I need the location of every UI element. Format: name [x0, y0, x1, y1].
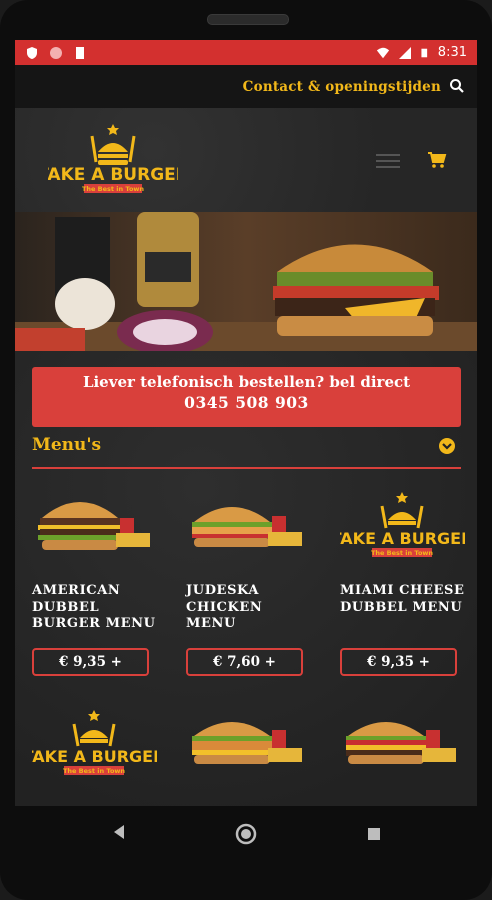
menu-card[interactable] — [340, 706, 465, 792]
burger-hero-photo — [15, 212, 477, 351]
menu-card[interactable] — [186, 706, 311, 792]
top-link-bar: Contact & openingstijden — [15, 65, 477, 108]
main-content: Liever telefonisch bestellen? bel direct… — [15, 351, 477, 806]
recent-apps-icon[interactable] — [366, 826, 382, 842]
chicken-burger-photo — [192, 507, 302, 547]
battery-icon — [421, 48, 427, 57]
svg-text:The Best in Town: The Best in Town — [63, 767, 125, 775]
svg-text:The Best in Town: The Best in Town — [82, 185, 144, 193]
back-icon[interactable] — [110, 822, 128, 842]
home-icon[interactable] — [234, 822, 258, 846]
menu-section-title: Menu's — [32, 435, 102, 455]
site-header: TAKE A BURGER The Best in Town — [15, 108, 477, 212]
search-icon[interactable] — [449, 78, 465, 94]
menu-item-name: AMERICAN DUBBEL BURGER MENU — [32, 583, 156, 631]
chevron-down-icon[interactable] — [438, 437, 456, 455]
take-a-burger-logo: TAKE A BURGER The Best in Town — [331, 492, 473, 557]
menu-card[interactable]: AMERICAN DUBBEL BURGER MENU € 9,35 + — [32, 488, 157, 676]
record-icon — [50, 46, 62, 59]
crispy-burger-photo — [192, 722, 302, 764]
menu-item-price[interactable]: € 9,35 + — [32, 648, 149, 676]
svg-text:The Best in Town: The Best in Town — [371, 549, 433, 557]
cart-icon[interactable] — [427, 151, 447, 169]
screen: 8:31 Contact & openingstijden TAKE A BUR… — [15, 40, 477, 806]
svg-text:TAKE A BURGER: TAKE A BURGER — [340, 529, 465, 548]
menu-item-name: MIAMI CHEESE DUBBEL MENU — [340, 583, 465, 615]
menu-item-price[interactable]: € 7,60 + — [186, 648, 303, 676]
phone-order-text: Liever telefonisch bestellen? bel direct — [82, 373, 411, 391]
status-time: 8:31 — [437, 45, 467, 60]
menu-card[interactable]: TAKE A BURGER The Best in Town — [23, 706, 165, 792]
take-a-burger-logo[interactable]: TAKE A BURGER The Best in Town — [48, 122, 178, 202]
burger-double-photo — [38, 502, 150, 550]
phone-order-banner[interactable]: Liever telefonisch bestellen? bel direct… — [32, 367, 461, 427]
menu-item-price[interactable]: € 9,35 + — [340, 648, 457, 676]
signal-icon — [398, 46, 411, 59]
shield-icon — [27, 46, 37, 59]
device-frame: 8:31 Contact & openingstijden TAKE A BUR… — [0, 0, 492, 900]
hero-banner-image — [15, 212, 477, 351]
speaker-grille — [207, 14, 289, 25]
menu-item-name: JUDESKA CHICKEN MENU — [186, 583, 263, 631]
sd-card-icon — [76, 46, 84, 59]
contact-link[interactable]: Contact & openingstijden — [243, 79, 441, 95]
cheese-burger-photo — [346, 722, 456, 764]
section-divider — [32, 467, 461, 469]
svg-text:TAKE A BURGER: TAKE A BURGER — [32, 747, 157, 766]
hamburger-menu-icon[interactable] — [376, 154, 400, 168]
take-a-burger-logo: TAKE A BURGER The Best in Town — [23, 710, 165, 775]
wifi-icon — [376, 47, 389, 58]
status-bar: 8:31 — [15, 40, 477, 65]
svg-text:TAKE A BURGER: TAKE A BURGER — [48, 165, 178, 185]
menu-card[interactable]: JUDESKA CHICKEN MENU € 7,60 + — [186, 488, 311, 676]
menu-card[interactable]: TAKE A BURGER The Best in Town MIAMI CHE… — [331, 488, 473, 676]
phone-number[interactable]: 0345 508 903 — [32, 393, 461, 412]
